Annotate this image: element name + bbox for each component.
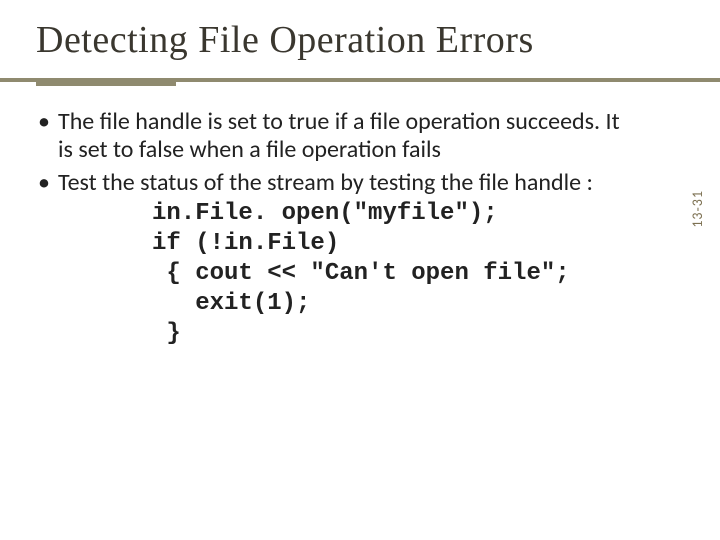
code-block: in.File. open("myfile"); if (!in.File) {… — [152, 199, 626, 349]
bullet-item: Test the status of the stream by testing… — [36, 169, 626, 349]
title-area: Detecting File Operation Errors — [0, 0, 720, 68]
bullet-list: The file handle is set to true if a file… — [36, 108, 626, 349]
bullet-item: The file handle is set to true if a file… — [36, 108, 626, 165]
bullet-text: The file handle is set to true if a file… — [58, 107, 620, 164]
slide-body: The file handle is set to true if a file… — [36, 108, 626, 353]
slide-title: Detecting File Operation Errors — [36, 18, 684, 62]
title-tab — [36, 78, 176, 86]
slide: Detecting File Operation Errors The file… — [0, 0, 720, 540]
page-number: 13-31 — [689, 190, 706, 228]
bullet-text: Test the status of the stream by testing… — [58, 168, 593, 197]
